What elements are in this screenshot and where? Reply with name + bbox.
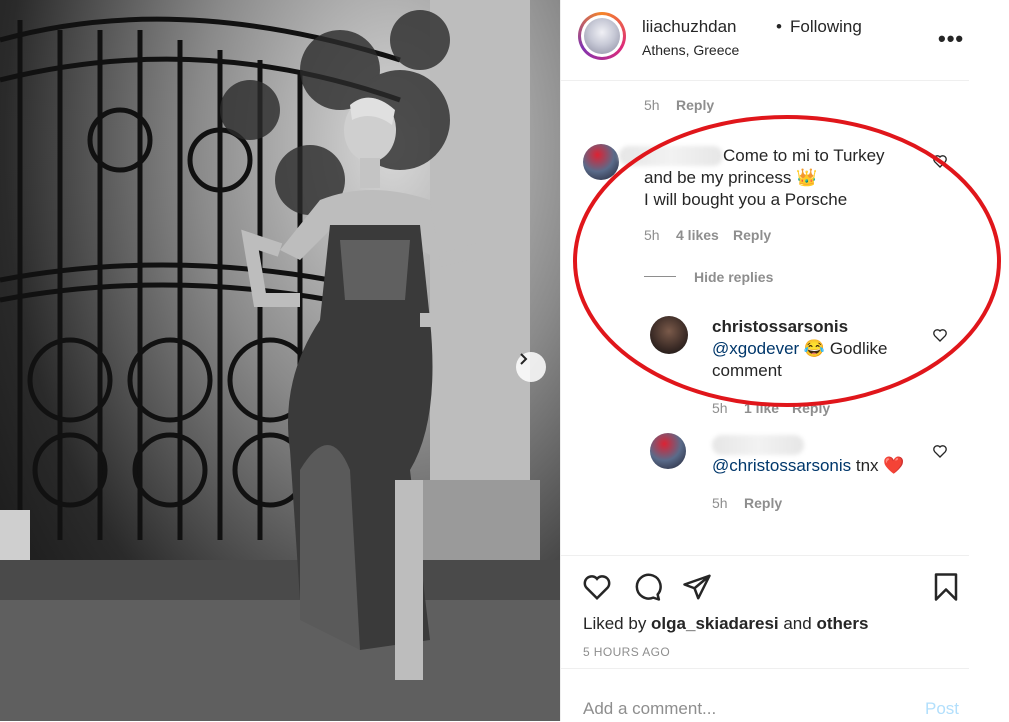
post-header: liiachuzhdan • Following Athens, Greece … bbox=[561, 0, 970, 81]
redacted-username bbox=[712, 435, 804, 455]
mention-link[interactable]: @christossarsonis bbox=[712, 456, 851, 475]
header-username[interactable]: liiachuzhdan bbox=[642, 17, 737, 37]
heart-icon[interactable] bbox=[582, 572, 612, 602]
liked-by-others-link[interactable]: others bbox=[816, 614, 868, 633]
next-arrow-icon bbox=[520, 353, 528, 365]
hide-replies-line bbox=[644, 276, 676, 277]
reply2-text: @christossarsonis tnx ❤️ bbox=[712, 456, 905, 475]
page-gutter bbox=[969, 0, 1009, 721]
reply-text-line-2: comment bbox=[712, 361, 782, 380]
red-heart-emoji: ❤️ bbox=[883, 456, 905, 475]
comment-icon[interactable] bbox=[632, 572, 662, 602]
reply-like-heart-icon[interactable] bbox=[932, 327, 948, 343]
story-avatar[interactable] bbox=[578, 12, 626, 60]
share-icon[interactable] bbox=[682, 572, 712, 602]
more-icon[interactable]: ••• bbox=[938, 26, 964, 52]
reply-avatar[interactable] bbox=[650, 316, 688, 354]
liked-by-text: Liked by olga_skiadaresi and others bbox=[583, 614, 869, 633]
prev-comment-reply-button[interactable]: Reply bbox=[676, 97, 714, 113]
post-actions: Liked by olga_skiadaresi and others 5 HO… bbox=[561, 555, 970, 669]
comment-line-1: Come to mi to Turkey bbox=[723, 146, 885, 165]
comment-likes[interactable]: 4 likes bbox=[676, 227, 719, 243]
liked-by-user-link[interactable]: olga_skiadaresi bbox=[651, 614, 779, 633]
post-location[interactable]: Athens, Greece bbox=[642, 42, 739, 58]
redacted-username bbox=[619, 146, 723, 166]
post-photo[interactable] bbox=[0, 0, 560, 721]
prev-comment-time: 5h bbox=[644, 97, 660, 113]
reply-likes[interactable]: 1 like bbox=[744, 400, 779, 416]
comment-like-heart-icon[interactable] bbox=[932, 153, 948, 169]
post-comment-button[interactable]: Post bbox=[925, 699, 959, 719]
commenter-avatar[interactable] bbox=[583, 144, 619, 180]
add-comment-bar: Add a comment... Post bbox=[561, 668, 970, 722]
reply2-like-heart-icon[interactable] bbox=[932, 443, 948, 459]
reply-text-line-1: @xgodever 😂 Godlike bbox=[712, 339, 888, 358]
post-details-panel: liiachuzhdan • Following Athens, Greece … bbox=[560, 0, 970, 721]
reply2-time: 5h bbox=[712, 495, 728, 511]
comment-line-2: and be my princess 👑 bbox=[644, 168, 818, 187]
reply-reply-button[interactable]: Reply bbox=[792, 400, 830, 416]
reply-time: 5h bbox=[712, 400, 728, 416]
comment-input[interactable]: Add a comment... bbox=[583, 699, 716, 719]
comment-line-3: I will bought you a Porsche bbox=[644, 190, 848, 209]
following-button[interactable]: Following bbox=[790, 17, 862, 37]
reply-username[interactable]: christossarsonis bbox=[712, 316, 848, 338]
header-separator: • bbox=[776, 17, 782, 36]
next-photo-button[interactable] bbox=[516, 352, 546, 382]
bookmark-icon[interactable] bbox=[931, 572, 961, 602]
hide-replies-button[interactable]: Hide replies bbox=[694, 269, 773, 285]
post-timestamp[interactable]: 5 HOURS AGO bbox=[583, 645, 670, 659]
comment-time: 5h bbox=[644, 227, 660, 243]
mention-link[interactable]: @xgodever bbox=[712, 339, 799, 358]
photo-illustration bbox=[0, 0, 560, 721]
reply2-reply-button[interactable]: Reply bbox=[744, 495, 782, 511]
reply2-avatar[interactable] bbox=[650, 433, 686, 469]
comment-reply-button[interactable]: Reply bbox=[733, 227, 771, 243]
avatar bbox=[584, 18, 620, 54]
